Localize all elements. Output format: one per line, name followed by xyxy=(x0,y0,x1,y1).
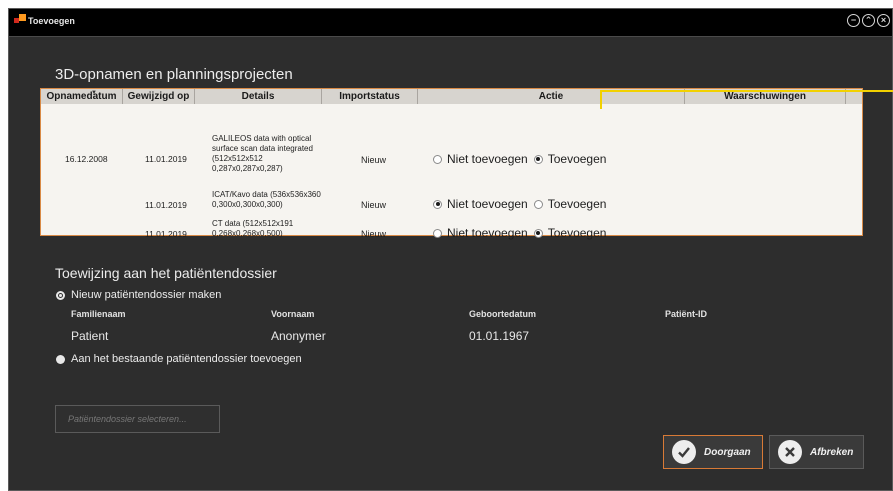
label-geboortedatum: Geboortedatum xyxy=(469,309,537,319)
row2-gewijzigd: 11.01.2019 xyxy=(145,200,187,210)
radio-new-record[interactable] xyxy=(56,290,65,300)
sort-arrow-icon: ▼ xyxy=(91,90,97,96)
column-header-importstatus[interactable]: Importstatus xyxy=(322,89,418,104)
radio-existing-record[interactable] xyxy=(56,354,65,364)
row2-status: Nieuw xyxy=(361,200,387,210)
cancel-button[interactable]: Afbreken xyxy=(769,435,864,469)
row2-action: Niet toevoegen Toevoegen xyxy=(433,197,606,211)
imports-table: ▼ Opnamedatum Gewijzigd op Details Import… xyxy=(40,88,863,240)
value-geboortedatum[interactable]: 01.01.1967 xyxy=(469,329,529,343)
close-icon[interactable]: × xyxy=(877,14,890,27)
row3-details: CT data (512x512x191 0,268x0,268x0,500) xyxy=(212,219,294,238)
app-icon xyxy=(14,14,26,26)
option-new-record[interactable]: Nieuw patiëntendossier maken xyxy=(56,289,221,301)
row3-radio-toevoegen[interactable] xyxy=(533,228,543,238)
maximize-icon[interactable]: ⌃ xyxy=(862,14,875,27)
row1-action: Niet toevoegen Toevoegen xyxy=(433,152,606,166)
row1-opnamedatum: 16.12.2008 xyxy=(65,154,108,164)
value-familienaam[interactable]: Patient xyxy=(71,329,108,343)
callout-line-vertical xyxy=(600,91,602,109)
callout-line xyxy=(600,90,893,92)
column-header-details[interactable]: Details xyxy=(195,89,322,104)
dialog-content: 3D-opnamen en planningsprojecten ▼ Opname… xyxy=(9,37,892,490)
row3-gewijzigd: 11.01.2019 xyxy=(145,229,187,239)
row2-details: ICAT/Kavo data (536x536x360 0,300x0,300x0… xyxy=(212,190,321,209)
row1-radio-niet[interactable] xyxy=(433,154,442,164)
row3-radio-niet[interactable] xyxy=(433,228,442,238)
title-bar[interactable]: Toevoegen − ⌃ × xyxy=(9,9,892,37)
label-patient-id: Patiënt-ID xyxy=(665,309,708,319)
screen: Toevoegen − ⌃ × 3D-opnamen en planningsp… xyxy=(0,0,893,491)
row2-radio-toevoegen[interactable] xyxy=(533,199,543,209)
column-header-opnamedatum[interactable]: ▼ Opnamedatum xyxy=(41,89,123,104)
value-voornaam[interactable]: Anonymer xyxy=(271,329,326,343)
imports-heading: 3D-opnamen en planningsprojecten xyxy=(55,66,293,83)
window-title: Toevoegen xyxy=(28,16,75,26)
row1-details: GALILEOS data with optical surface scan d… xyxy=(212,134,313,173)
select-record-button[interactable]: Patiëntendossier selecteren... xyxy=(55,405,220,433)
import-dialog: Toevoegen − ⌃ × 3D-opnamen en planningsp… xyxy=(8,8,893,491)
row1-status: Nieuw xyxy=(361,155,387,165)
continue-button[interactable]: Doorgaan xyxy=(663,435,763,469)
row3-status: Nieuw xyxy=(361,229,387,239)
row1-gewijzigd: 11.01.2019 xyxy=(145,154,187,164)
row2-radio-niet[interactable] xyxy=(433,199,442,209)
assignment-heading: Toewijzing aan het patiëntendossier xyxy=(55,265,277,281)
label-familienaam: Familienaam xyxy=(71,309,126,319)
cross-icon xyxy=(778,440,802,464)
row3-action: Niet toevoegen Toevoegen xyxy=(433,226,606,240)
option-existing-record[interactable]: Aan het bestaande patiëntendossier toevo… xyxy=(56,353,302,365)
checkmark-icon xyxy=(672,440,696,464)
row1-radio-toevoegen[interactable] xyxy=(533,154,543,164)
label-voornaam: Voornaam xyxy=(271,309,315,319)
minimize-icon[interactable]: − xyxy=(847,14,860,27)
column-header-gewijzigd[interactable]: Gewijzigd op xyxy=(123,89,195,104)
